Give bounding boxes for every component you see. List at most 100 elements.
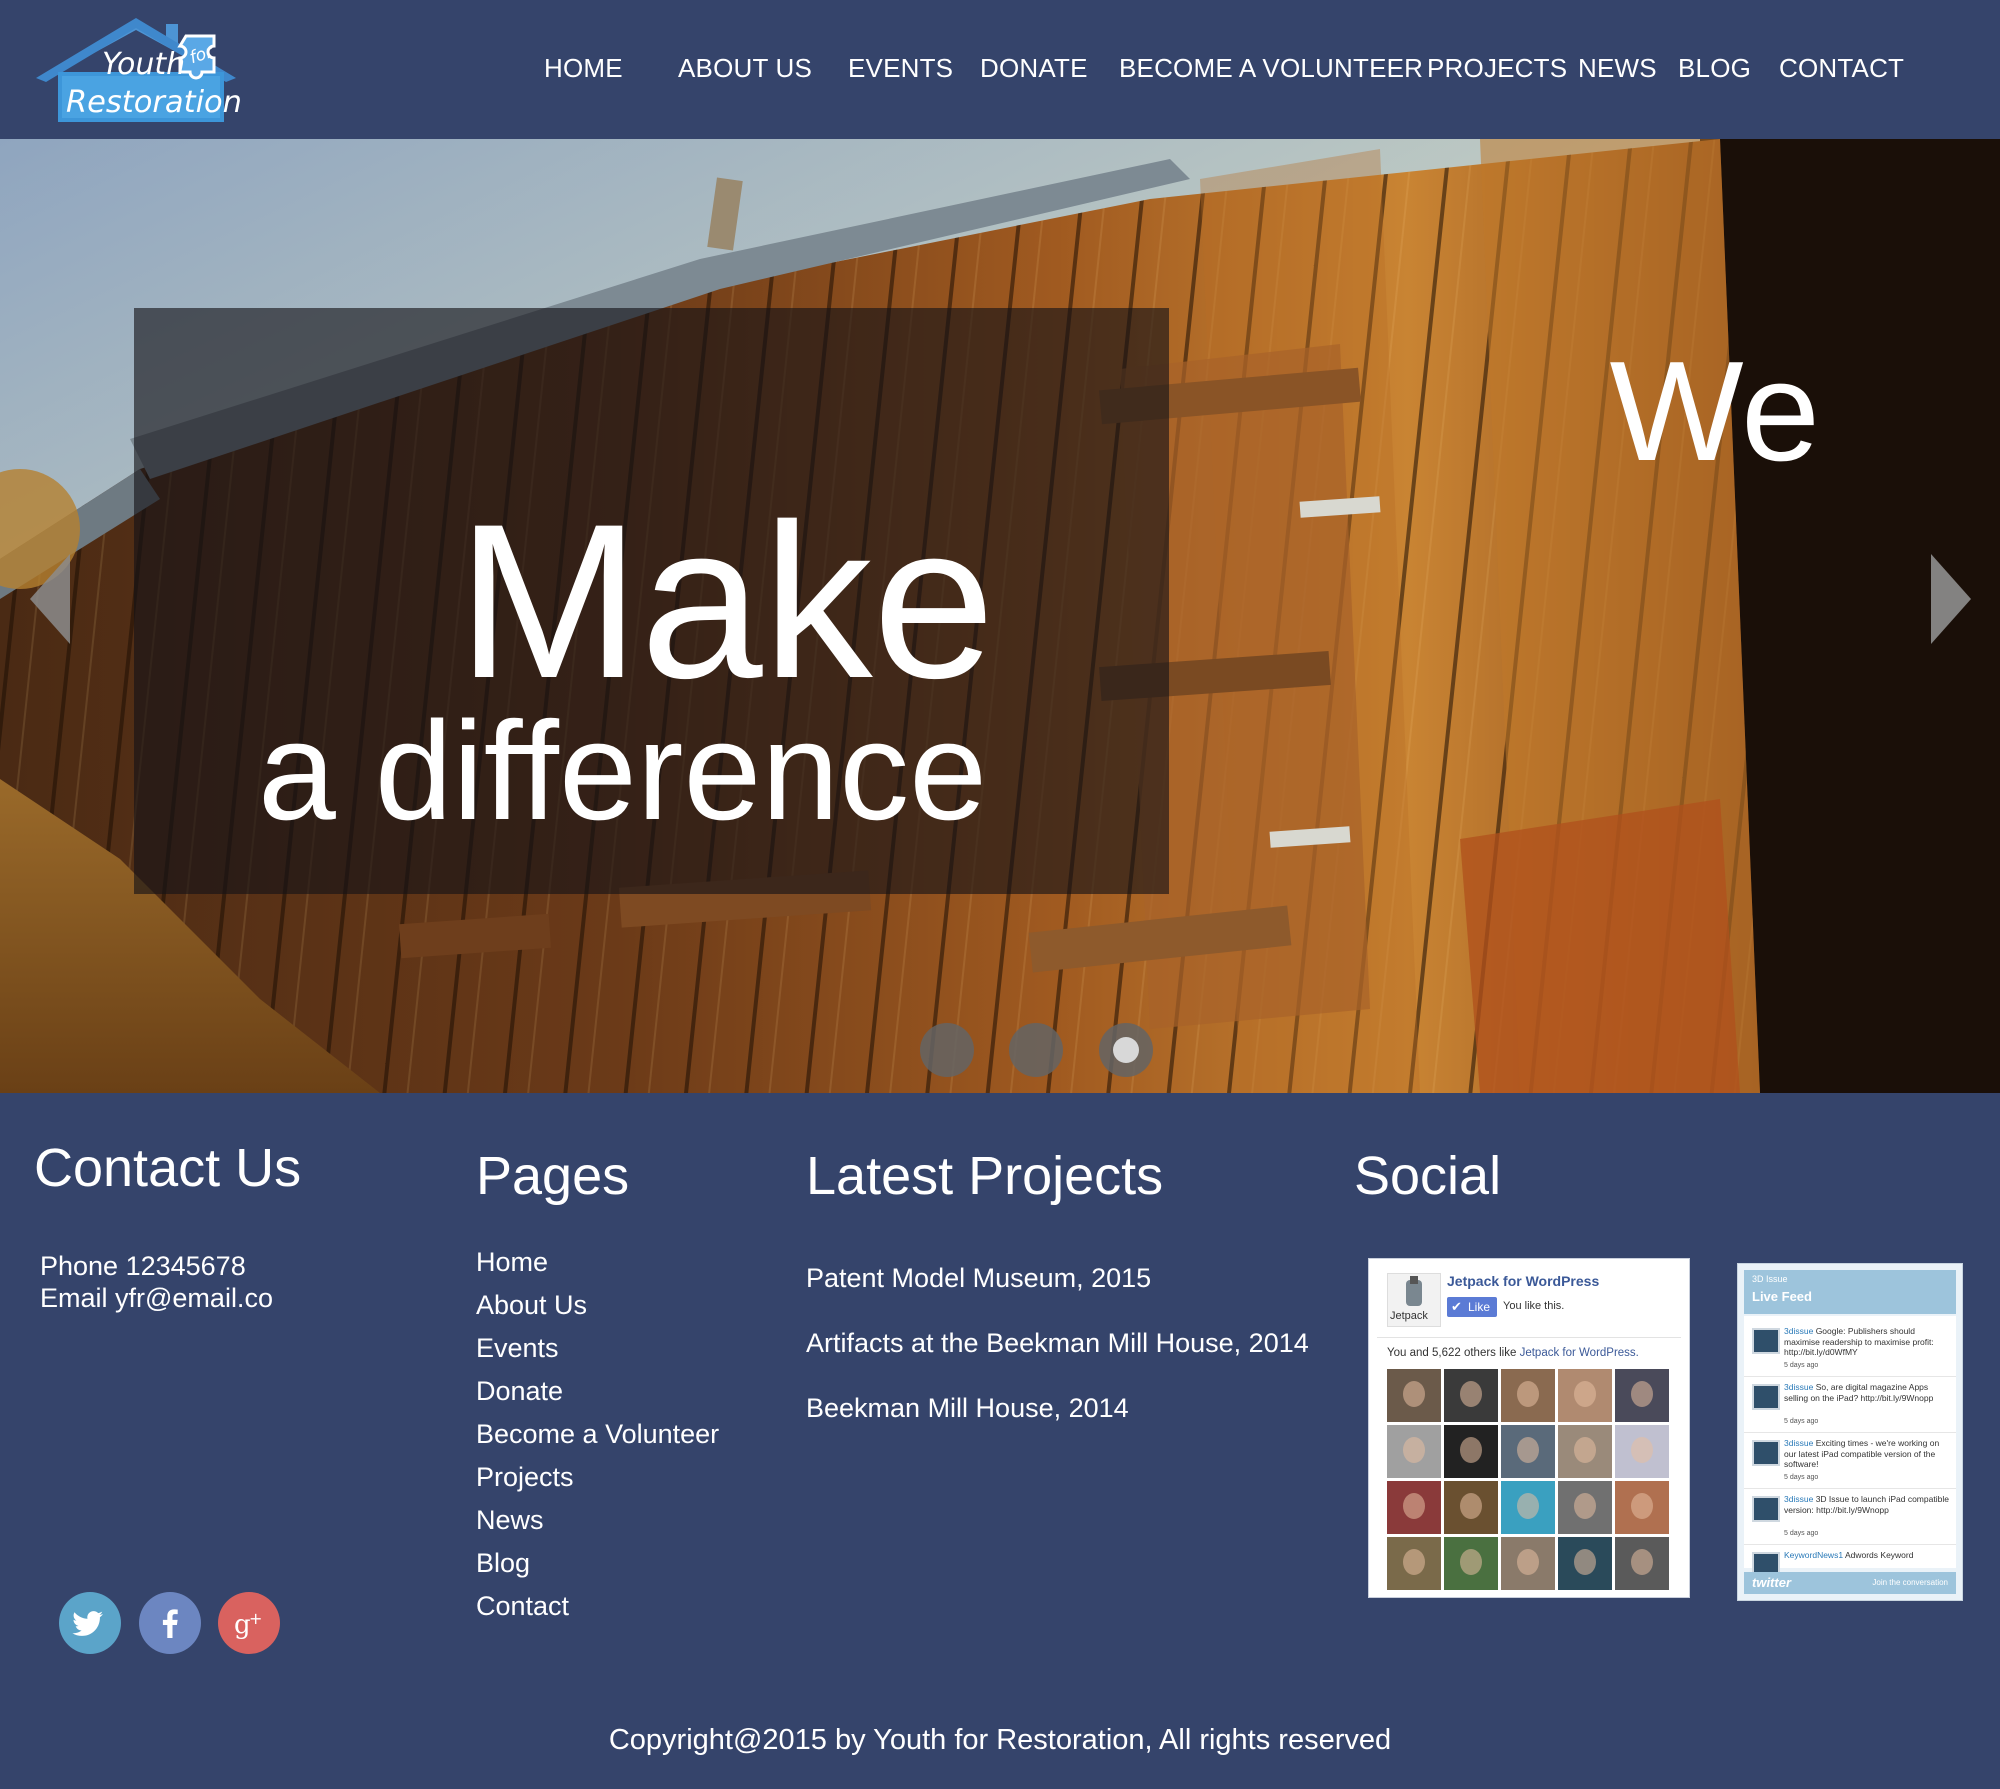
- fan-avatar[interactable]: [1558, 1425, 1612, 1478]
- nav-about-us[interactable]: ABOUT US: [678, 50, 812, 86]
- twitter-join-link[interactable]: Join the conversation: [1872, 1578, 1948, 1587]
- twitter-feed-title: Live Feed: [1752, 1289, 1812, 1304]
- project-link-patent-model-museum[interactable]: Patent Model Museum, 2015: [806, 1261, 1151, 1295]
- nav-become-a-volunteer[interactable]: BECOME A VOLUNTEER: [1119, 50, 1423, 86]
- site-header: Youth for Restoration HOME ABOUT US EVEN…: [0, 0, 2000, 139]
- footer-link-contact[interactable]: Contact: [476, 1589, 569, 1623]
- nav-blog[interactable]: BLOG: [1678, 50, 1751, 86]
- slider-dots: [920, 1023, 1160, 1083]
- slider-dot-1[interactable]: [920, 1023, 974, 1077]
- project-link-artifacts-beekman[interactable]: Artifacts at the Beekman Mill House, 201…: [806, 1326, 1309, 1360]
- fan-avatar-face: [1403, 1493, 1425, 1519]
- hero-title-difference: a difference: [258, 692, 988, 849]
- tweet-user[interactable]: 3dissue: [1784, 1382, 1813, 1392]
- projects-heading: Latest Projects: [806, 1146, 1164, 1206]
- tweet-item[interactable]: 3dissue 3D Issue to launch iPad compatib…: [1744, 1490, 1956, 1545]
- facebook-button[interactable]: [139, 1592, 201, 1654]
- slider-next-arrow-icon[interactable]: [1925, 554, 1971, 644]
- twitter-feed-widget[interactable]: 3D Issue Live Feed 3dissue Google: Publi…: [1737, 1263, 1963, 1601]
- nav-projects[interactable]: PROJECTS: [1427, 50, 1567, 86]
- slider-dot-2[interactable]: [1009, 1023, 1063, 1077]
- copyright-text: Copyright@2015 by Youth for Restoration,…: [608, 1724, 1392, 1756]
- project-link-beekman-mill-house[interactable]: Beekman Mill House, 2014: [806, 1391, 1129, 1425]
- nav-donate[interactable]: DONATE: [980, 50, 1088, 86]
- slider-prev-arrow-icon[interactable]: [30, 554, 76, 644]
- fan-avatar-face: [1517, 1493, 1539, 1519]
- jetpack-logo: Jetpack: [1387, 1273, 1441, 1327]
- contact-email[interactable]: Email yfr@email.co: [40, 1282, 273, 1314]
- fan-avatar[interactable]: [1387, 1425, 1441, 1478]
- footer-link-news[interactable]: News: [476, 1503, 544, 1537]
- tweet-user[interactable]: 3dissue: [1784, 1438, 1813, 1448]
- fan-avatar-face: [1460, 1549, 1482, 1575]
- fb-page-name[interactable]: Jetpack for WordPress: [1447, 1273, 1599, 1289]
- fb-fan-faces: [1387, 1369, 1673, 1590]
- fan-avatar[interactable]: [1387, 1369, 1441, 1422]
- contact-heading: Contact Us: [34, 1138, 302, 1198]
- main-nav: HOME ABOUT US EVENTS DONATE BECOME A VOL…: [0, 50, 2000, 90]
- fan-avatar[interactable]: [1615, 1425, 1669, 1478]
- fan-avatar[interactable]: [1387, 1481, 1441, 1534]
- fan-avatar-face: [1403, 1549, 1425, 1575]
- twitter-logo[interactable]: twitter: [1752, 1575, 1791, 1590]
- footer-link-events[interactable]: Events: [476, 1331, 559, 1365]
- fan-avatar-face: [1631, 1437, 1653, 1463]
- fan-avatar[interactable]: [1444, 1369, 1498, 1422]
- fan-avatar[interactable]: [1444, 1481, 1498, 1534]
- fan-avatar[interactable]: [1501, 1537, 1555, 1590]
- tweet-item[interactable]: 3dissue So, are digital magazine Apps se…: [1744, 1378, 1956, 1433]
- tweet-item[interactable]: 3dissue Google: Publishers should maximi…: [1744, 1322, 1956, 1377]
- fan-avatar[interactable]: [1501, 1369, 1555, 1422]
- tweet-body: 3dissue 3D Issue to launch iPad compatib…: [1784, 1494, 1950, 1528]
- fan-avatar[interactable]: [1387, 1537, 1441, 1590]
- fan-avatar[interactable]: [1444, 1425, 1498, 1478]
- hero-title-we: We: [1609, 332, 1820, 491]
- footer-link-projects[interactable]: Projects: [476, 1460, 574, 1494]
- fb-you-like: You like this.: [1503, 1300, 1565, 1312]
- footer-link-become-a-volunteer[interactable]: Become a Volunteer: [476, 1417, 719, 1451]
- hero-slider: We Make a difference: [0, 139, 2000, 1093]
- tweet-time: 5 days ago: [1784, 1530, 1819, 1537]
- svg-text:+: +: [249, 1609, 262, 1628]
- tweet-user[interactable]: 3dissue: [1784, 1326, 1813, 1336]
- twitter-feed-footer: twitter Join the conversation: [1744, 1572, 1956, 1594]
- tweet-avatar-icon: [1752, 1384, 1780, 1410]
- fan-avatar-face: [1574, 1549, 1596, 1575]
- footer-link-blog[interactable]: Blog: [476, 1546, 530, 1580]
- tweet-item[interactable]: 3dissue Exciting times - we're working o…: [1744, 1434, 1956, 1489]
- fan-avatar[interactable]: [1558, 1537, 1612, 1590]
- check-icon: ✔: [1451, 1299, 1462, 1314]
- fan-avatar[interactable]: [1615, 1369, 1669, 1422]
- footer-link-donate[interactable]: Donate: [476, 1374, 563, 1408]
- svg-text:Restoration: Restoration: [66, 85, 242, 120]
- footer-link-about-us[interactable]: About Us: [476, 1288, 587, 1322]
- fan-avatar[interactable]: [1615, 1537, 1669, 1590]
- facebook-like-box[interactable]: Jetpack Jetpack for WordPress ✔ Like You…: [1368, 1258, 1690, 1598]
- nav-home[interactable]: HOME: [544, 50, 623, 86]
- fb-like-button[interactable]: ✔ Like: [1447, 1297, 1497, 1317]
- fan-avatar[interactable]: [1444, 1537, 1498, 1590]
- fan-avatar-face: [1574, 1493, 1596, 1519]
- footer-link-home[interactable]: Home: [476, 1245, 548, 1279]
- google-plus-button[interactable]: g +: [218, 1592, 280, 1654]
- fan-avatar-face: [1631, 1493, 1653, 1519]
- tweet-user[interactable]: 3dissue: [1784, 1494, 1813, 1504]
- fan-avatar[interactable]: [1501, 1481, 1555, 1534]
- fan-avatar-face: [1574, 1437, 1596, 1463]
- fan-avatar[interactable]: [1558, 1369, 1612, 1422]
- nav-events[interactable]: EVENTS: [848, 50, 953, 86]
- tweet-text: Adwords Keyword: [1844, 1550, 1914, 1560]
- fb-likes-count: You and 5,622 others like Jetpack for Wo…: [1387, 1347, 1639, 1359]
- tweet-body: 3dissue Exciting times - we're working o…: [1784, 1438, 1950, 1472]
- tweet-user[interactable]: KeywordNews1: [1784, 1550, 1843, 1560]
- fan-avatar[interactable]: [1615, 1481, 1669, 1534]
- nav-contact[interactable]: CONTACT: [1779, 50, 1904, 86]
- fan-avatar[interactable]: [1558, 1481, 1612, 1534]
- twitter-tweet-list: 3dissue Google: Publishers should maximi…: [1744, 1316, 1956, 1578]
- tweet-avatar-icon: [1752, 1496, 1780, 1522]
- twitter-button[interactable]: [59, 1592, 121, 1654]
- nav-news[interactable]: NEWS: [1578, 50, 1657, 86]
- fan-avatar[interactable]: [1501, 1425, 1555, 1478]
- slider-dot-3[interactable]: [1099, 1023, 1153, 1077]
- fan-avatar-face: [1517, 1437, 1539, 1463]
